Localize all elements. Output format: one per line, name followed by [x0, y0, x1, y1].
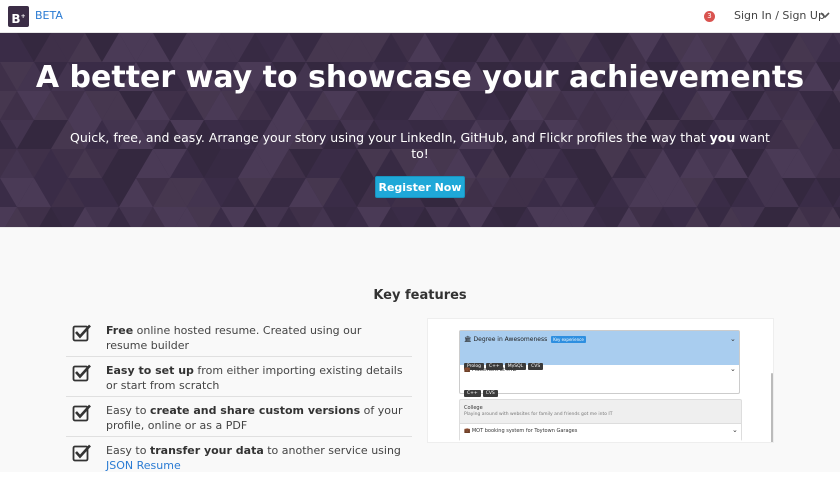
- preview-college-card: College Playing around with websites for…: [459, 399, 742, 441]
- preview-degree-badge: Key experience: [551, 336, 586, 343]
- brand-logo[interactable]: B+: [8, 6, 29, 27]
- preview-placement-text: Placement at XYZ: [471, 367, 517, 373]
- briefcase-icon: 💼: [464, 367, 471, 373]
- feature-item: Easy to create and share custom versions…: [66, 397, 412, 437]
- chevron-down-icon: ⌄: [732, 426, 738, 434]
- register-now-button[interactable]: Register Now: [375, 176, 465, 198]
- hero-banner: A better way to showcase your achievemen…: [0, 33, 840, 227]
- feature-desc: online hosted resume. Created using our …: [106, 324, 362, 352]
- hero-subtitle-emphasis: you: [709, 130, 736, 145]
- feature-prefix: Easy to: [106, 444, 150, 457]
- feature-item: Free online hosted resume. Created using…: [66, 317, 412, 357]
- chevron-down-icon: ⌄: [730, 365, 736, 373]
- preview-tag: C++: [464, 390, 481, 397]
- preview-scrollbar: [771, 373, 773, 442]
- feature-prefix: Easy to: [106, 404, 150, 417]
- features-title: Key features: [373, 288, 467, 303]
- signin-signup-link[interactable]: Sign In / Sign Up: [734, 9, 825, 22]
- preview-tag: CVS: [482, 390, 498, 397]
- preview-tag: CVS: [528, 363, 544, 370]
- briefcase-icon: 💼: [464, 428, 471, 434]
- checkbox-checked-icon: [72, 404, 91, 422]
- feature-text: Easy to create and share custom versions…: [106, 403, 406, 433]
- navbar: B+ BETA 3 Sign In / Sign Up: [0, 0, 840, 33]
- hero-subtitle: Quick, free, and easy. Arrange your stor…: [70, 130, 770, 162]
- checkbox-checked-icon: [72, 324, 91, 342]
- preview-degree-title: 🏛 Degree in Awesomeness Key experience: [464, 336, 586, 343]
- preview-mot-text: MOT booking system for Toytown Garages: [471, 428, 578, 434]
- resume-preview-image: VB.NETSubversion 🏛 Degree in Awesomeness…: [427, 318, 774, 443]
- feature-emphasis: Easy to set up: [106, 364, 194, 377]
- preview-degree-text: Degree in Awesomeness: [473, 336, 548, 343]
- preview-mot-row: 💼 MOT booking system for Toytown Garages…: [460, 423, 741, 441]
- feature-emphasis: Free: [106, 324, 134, 337]
- features-section: Key features Free online hosted resume. …: [0, 227, 840, 472]
- preview-degree-header: 🏛 Degree in Awesomeness Key experience ⌄…: [460, 331, 739, 370]
- checkbox-checked-icon: [72, 444, 91, 462]
- preview-placement: 💼 Placement at XYZ: [464, 367, 516, 373]
- beta-label: BETA: [35, 9, 63, 22]
- feature-text: Free online hosted resume. Created using…: [106, 323, 406, 353]
- feature-item: Easy to transfer your data to another se…: [66, 437, 412, 477]
- feature-emphasis: transfer your data: [149, 444, 264, 457]
- hero-title: A better way to showcase your achievemen…: [35, 60, 805, 95]
- chevron-down-icon: ⌄: [730, 335, 736, 343]
- feature-list: Free online hosted resume. Created using…: [66, 317, 412, 477]
- preview-degree-card: 🏛 Degree in Awesomeness Key experience ⌄…: [459, 330, 740, 397]
- checkbox-checked-icon: [72, 364, 91, 382]
- logo-sup: +: [20, 13, 26, 20]
- feature-text: Easy to set up from either importing exi…: [106, 363, 406, 393]
- feature-desc: to another service using: [263, 444, 401, 457]
- preview-mot: 💼 MOT booking system for Toytown Garages: [464, 428, 577, 434]
- hero-subtitle-part1: Quick, free, and easy. Arrange your stor…: [70, 130, 710, 145]
- logo-letter: B: [11, 12, 21, 26]
- feature-text: Easy to transfer your data to another se…: [106, 443, 406, 473]
- feature-item: Easy to set up from either importing exi…: [66, 357, 412, 397]
- notification-badge[interactable]: 3: [704, 11, 715, 22]
- building-icon: 🏛: [464, 336, 472, 343]
- chevron-down-icon[interactable]: [820, 10, 830, 20]
- preview-college-title: College: [464, 405, 483, 411]
- preview-placement-tags: C++ CVS: [464, 379, 500, 398]
- feature-emphasis: create and share custom versions: [149, 404, 361, 417]
- preview-college-desc: Playing around with websites for family …: [464, 412, 613, 417]
- json-resume-link[interactable]: JSON Resume: [106, 459, 181, 472]
